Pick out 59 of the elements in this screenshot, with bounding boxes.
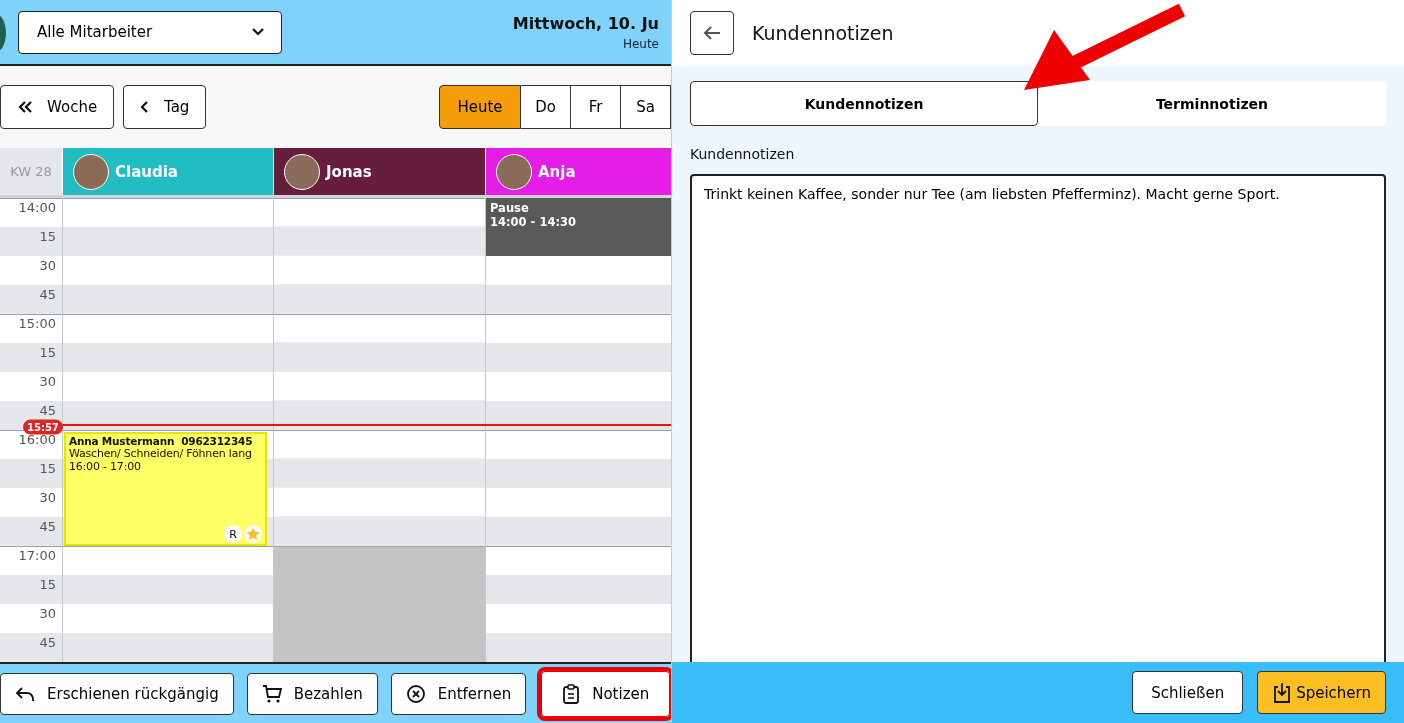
time-label: 15:00 [18,316,56,331]
time-label: 15 [39,229,56,244]
time-label: 30 [39,606,56,621]
previous-week-button[interactable]: Woche [0,85,114,129]
day-tab[interactable]: Do [521,85,571,129]
break-time: 14:00 - 14:30 [490,215,577,229]
time-label: 15 [39,461,56,476]
remove-button[interactable]: Entfernen [390,672,527,715]
day-tab[interactable]: Sa [621,85,671,129]
recurring-badge: R [224,525,242,543]
notes-tab[interactable]: Kundennotizen [690,81,1038,126]
time-label: 15 [39,577,56,592]
previous-day-button[interactable]: Tag [123,85,207,129]
cart-icon [261,683,282,704]
avatar-placeholder [284,153,320,190]
appointment-customer: Anna Mustermann 0962312345 [69,435,254,447]
clipboard-icon [562,683,581,704]
time-label: 15 [39,345,56,360]
chevron-left-icon [140,100,150,114]
avatar-placeholder [73,153,109,190]
break-title: Pause [490,201,530,215]
time-label: 30 [39,374,56,389]
appointment-card[interactable]: Anna Mustermann 0962312345 Waschen/ Schneiden/ Föhnen lang 16:00 - 17:00 R [64,432,267,546]
cart-button[interactable]: Bezahlen [246,672,378,715]
break-block[interactable]: Pause 14:00 - 14:30 [486,198,671,256]
time-label: 17:00 [18,548,56,563]
appointment-service: Waschen/ Schneiden/ Föhnen lang [69,447,253,460]
time-label: 45 [39,519,56,534]
week-number: KW 28 [0,148,62,195]
staff-header[interactable]: Jonas [273,148,485,195]
time-label: 16:00 [18,432,56,447]
undo-button[interactable]: Erschienen rückgängig [0,672,234,715]
undo-arrow-icon [15,684,35,703]
time-label: 45 [39,287,56,302]
avatar-placeholder [496,153,532,190]
current-time-badge: 15:57 [23,419,63,435]
panel-title: Kundennotizen [752,22,894,44]
date-title: Mittwoch, 10. Ju [512,13,659,33]
circled-x-icon [405,683,426,704]
close-button[interactable]: Schließen [1132,671,1244,714]
double-chevron-left-icon [17,100,33,114]
day-tab[interactable]: Fr [571,85,621,129]
download-box-icon [1272,681,1293,704]
time-label: 45 [39,635,56,650]
day-tab[interactable]: Heute [439,85,521,129]
save-button[interactable]: Speichern [1257,671,1386,714]
notes-input-field[interactable]: Trinkt keinen Kaffee, sonder nur Tee (am liebsten Pfefferminz). Macht gerne Sport. [690,174,1386,662]
field-label: Kundennotizen [690,146,796,162]
time-label: 30 [39,490,56,505]
date-subtitle: Heute [622,36,659,51]
arrow-left-icon [702,25,722,41]
staff-dropdown[interactable]: Alle Mitarbeiter [18,10,282,54]
appointment-time: 16:00 - 17:00 [69,460,142,473]
time-label: 45 [39,403,56,418]
back-button[interactable] [690,11,734,55]
staff-header[interactable]: Anja [485,148,671,195]
chevron-down-icon [251,27,265,37]
time-label: 14:00 [18,200,56,215]
time-label: 30 [39,258,56,273]
